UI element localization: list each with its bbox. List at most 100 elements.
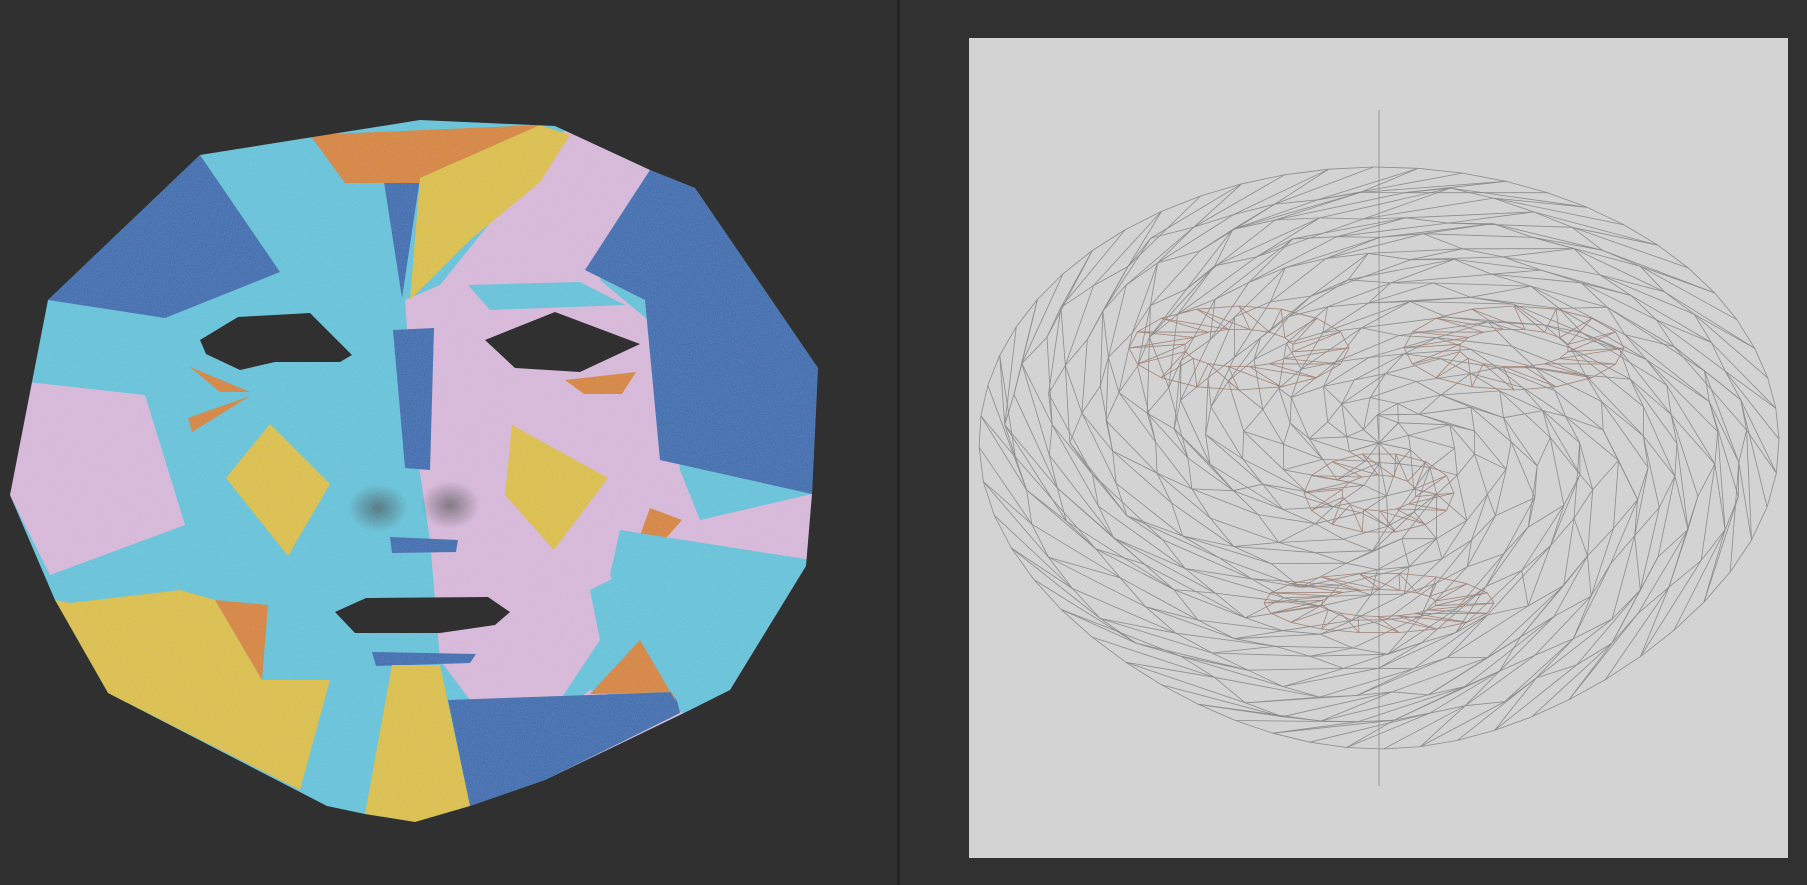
uv-edge — [1173, 400, 1181, 429]
uv-edge — [1694, 313, 1768, 379]
uv-edge — [1115, 482, 1183, 537]
uv-edge — [1060, 285, 1094, 308]
uv-edge — [1590, 563, 1611, 597]
uv-edge — [1081, 412, 1117, 484]
uv-edge — [1474, 453, 1507, 470]
uv-edge — [1336, 222, 1448, 238]
uv-edge — [1717, 431, 1726, 530]
3d-viewport[interactable] — [0, 0, 897, 885]
uv-edge — [1284, 317, 1318, 338]
uv-edge — [1645, 359, 1668, 386]
uv-edge — [1510, 441, 1536, 498]
uv-edge — [1470, 407, 1475, 431]
uv-edge — [1775, 408, 1780, 440]
uv-edge — [1559, 358, 1616, 365]
uv-edge — [1218, 557, 1301, 588]
uv-edge — [1657, 476, 1676, 558]
uv-edge — [1365, 442, 1380, 462]
uv-edge — [1559, 347, 1625, 359]
uv-edge — [1004, 326, 1017, 425]
uv-edge — [1275, 192, 1361, 221]
uv-edge — [1126, 262, 1158, 286]
uv-edge — [1262, 387, 1280, 410]
uv-edge — [1413, 511, 1437, 539]
uv-edge — [1112, 450, 1158, 474]
uv-edge — [1215, 592, 1321, 607]
uv-edge — [999, 355, 1016, 458]
uv-edge — [1640, 265, 1715, 294]
uv-edge — [1403, 558, 1443, 595]
uv-edge — [1369, 373, 1387, 398]
uv-edge — [1160, 351, 1186, 378]
uv-edge — [1233, 490, 1259, 515]
uv-edge — [1441, 520, 1468, 560]
uv-edge — [1397, 394, 1441, 404]
uv-edge — [1405, 211, 1534, 219]
uv-edge — [1198, 703, 1283, 718]
uv-edge — [1363, 197, 1494, 220]
uv-edge — [1379, 510, 1397, 533]
uv-edge — [1241, 174, 1285, 185]
uv-edge — [1362, 453, 1395, 477]
uv-edge — [1429, 596, 1437, 602]
uv-edge — [1544, 358, 1560, 365]
uv-edge — [1026, 489, 1097, 550]
uv-edge — [1441, 539, 1472, 560]
uv-edge — [1550, 505, 1565, 546]
uv-edge — [1260, 295, 1312, 339]
uv-edge — [1349, 442, 1380, 452]
uv-edge — [1429, 447, 1455, 468]
editor-window — [0, 0, 1807, 885]
uv-edge — [1418, 413, 1475, 432]
uv-edge — [1126, 515, 1163, 541]
uv-edge — [1247, 669, 1284, 687]
uv-edge — [1346, 436, 1380, 444]
uv-edge — [1624, 334, 1647, 360]
uv-edge — [1549, 437, 1581, 475]
uv-edge — [1060, 609, 1093, 638]
uv-edge — [1395, 453, 1409, 482]
uv-edge — [1459, 351, 1469, 359]
uv-edge — [1618, 460, 1638, 500]
uv-texture-canvas[interactable] — [969, 38, 1788, 858]
uv-edge — [1341, 489, 1344, 498]
uv-edge — [1412, 363, 1437, 379]
uv-edge — [1248, 236, 1337, 283]
uv-edge — [1606, 306, 1705, 372]
uv-edge — [1639, 507, 1660, 591]
uv-edge — [1336, 236, 1380, 238]
uv-edge — [1319, 605, 1353, 621]
uv-edge — [1503, 417, 1538, 467]
uv-edge — [1256, 218, 1364, 258]
uv-editor-panel[interactable] — [900, 0, 1807, 885]
uv-edge — [1342, 497, 1351, 505]
uv-edge — [1196, 386, 1240, 391]
uv-edge — [1336, 217, 1406, 238]
uv-edge — [1262, 409, 1284, 445]
uv-edge — [1026, 489, 1067, 522]
uv-edge — [1605, 586, 1670, 680]
uv-edge — [1471, 494, 1488, 541]
uv-edge — [1377, 538, 1437, 570]
uv-edge — [1207, 377, 1212, 407]
uv-edge — [1315, 552, 1347, 564]
uv-edge — [1502, 248, 1575, 258]
uv-edge — [1308, 421, 1328, 439]
uv-edge — [1536, 437, 1551, 467]
uv-edge — [1280, 309, 1286, 338]
uv-edge — [1377, 413, 1419, 416]
uv-edge — [1346, 429, 1364, 438]
uv-edge — [1290, 397, 1310, 439]
uv-edge — [1567, 331, 1616, 345]
uv-edge — [1673, 529, 1726, 631]
uv-edge — [1587, 555, 1592, 597]
uv-edge — [1162, 539, 1252, 580]
uv-edge — [1270, 612, 1292, 623]
uv-edge — [1346, 747, 1384, 750]
uv-edge — [1408, 538, 1437, 567]
uv-edge — [1527, 465, 1538, 528]
uv-edge — [1542, 410, 1581, 475]
uv-edge — [1499, 390, 1504, 418]
uv-edge — [1673, 346, 1747, 431]
uv-edge — [1466, 494, 1488, 521]
